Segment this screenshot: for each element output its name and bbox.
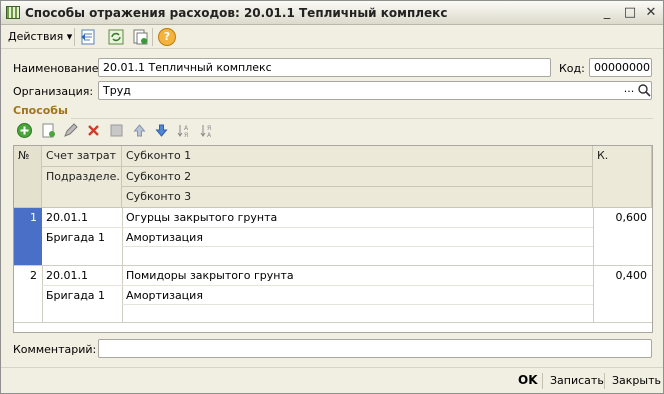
row-2-account[interactable]: 20.01.1 [42, 266, 122, 285]
row-1-subconto-1[interactable]: Огурцы закрытого грунта [122, 208, 593, 227]
add-row-icon[interactable] [16, 122, 33, 139]
sort-ascending-icon[interactable]: AЯ [176, 122, 193, 139]
ok-button[interactable]: OK [518, 373, 538, 387]
go-to-list-icon[interactable] [79, 28, 97, 46]
header-k[interactable]: К. [593, 146, 652, 208]
row-2-subconto-2[interactable]: Амортизация [122, 286, 593, 305]
toolbar-separator [74, 28, 75, 46]
row-1-subconto-2[interactable]: Амортизация [122, 228, 593, 247]
actions-menu[interactable]: Действия ▾ [8, 30, 72, 43]
toolbar-separator [152, 28, 153, 46]
end-edit-icon[interactable] [108, 122, 125, 139]
move-up-icon[interactable] [131, 122, 148, 139]
title-bar: Способы отражения расходов: 20.01.1 Тепл… [1, 1, 663, 25]
actions-label: Действия [8, 30, 64, 43]
header-subconto-3[interactable]: Субконто 3 [122, 187, 593, 208]
window-title: Способы отражения расходов: 20.01.1 Тепл… [25, 6, 448, 20]
header-subconto-1[interactable]: Субконто 1 [122, 146, 593, 167]
help-icon[interactable]: ? [158, 28, 176, 46]
methods-table: № Счет затрат Подразделе... Субконто 1 С… [13, 145, 653, 333]
row-1-division[interactable]: Бригада 1 [42, 228, 122, 247]
section-title: Способы [13, 104, 68, 117]
row-1-account[interactable]: 20.01.1 [42, 208, 122, 227]
edit-icon[interactable] [62, 122, 79, 139]
svg-text:A: A [184, 125, 189, 132]
svg-text:A: A [207, 132, 212, 139]
svg-text:Я: Я [184, 132, 188, 139]
code-label: Код: [559, 62, 585, 75]
code-field[interactable]: 000000007 [589, 58, 652, 77]
dialog-window: Способы отражения расходов: 20.01.1 Тепл… [0, 0, 664, 394]
select-button[interactable]: ... [622, 82, 636, 99]
grid-line [122, 246, 593, 247]
row-2-subconto-1[interactable]: Помидоры закрытого грунта [122, 266, 593, 285]
bottom-bar: OK Записать Закрыть [1, 367, 663, 394]
comment-label: Комментарий: [13, 343, 97, 356]
toolbar: Действия ▾ ? [1, 25, 663, 49]
organization-field[interactable]: Труд [98, 81, 652, 100]
grid-line [42, 227, 593, 228]
row-2-number[interactable]: 2 [14, 266, 41, 285]
row-1-k[interactable]: 0,600 [593, 208, 651, 227]
row-1-number[interactable]: 1 [14, 208, 41, 227]
save-button[interactable]: Записать [550, 374, 604, 387]
delete-icon[interactable] [85, 122, 102, 139]
comment-field[interactable] [98, 339, 652, 358]
header-subconto-2[interactable]: Субконто 2 [122, 167, 593, 187]
copy-document-icon[interactable] [131, 28, 149, 46]
maximize-button[interactable]: □ [622, 5, 638, 21]
header-number[interactable]: № [14, 146, 42, 208]
name-label: Наименование: [13, 62, 103, 75]
grid-line [42, 266, 43, 322]
copy-row-icon[interactable] [40, 122, 57, 139]
row-1-subconto-3[interactable] [122, 247, 593, 253]
row-2-subconto-3[interactable] [122, 305, 593, 311]
close-window-button[interactable]: ✕ [643, 5, 659, 21]
row-2-k[interactable]: 0,400 [593, 266, 651, 285]
button-separator [542, 373, 543, 389]
app-icon [6, 6, 20, 19]
section-divider [71, 118, 653, 119]
header-account[interactable]: Счет затрат [42, 146, 122, 167]
close-button[interactable]: Закрыть [612, 374, 661, 387]
refresh-icon[interactable] [107, 28, 125, 46]
minimize-button[interactable]: _ [599, 5, 615, 21]
button-separator [604, 373, 605, 389]
name-field[interactable]: 20.01.1 Тепличный комплекс [98, 58, 551, 77]
grid-line [14, 322, 652, 323]
sort-descending-icon[interactable]: ЯA [199, 122, 216, 139]
svg-text:Я: Я [207, 125, 211, 132]
grid-line [14, 265, 652, 266]
header-division[interactable]: Подразделе... [42, 167, 122, 208]
organization-value: Труд [103, 84, 131, 97]
move-down-icon[interactable] [153, 122, 170, 139]
row-2-division[interactable]: Бригада 1 [42, 286, 122, 305]
grid-line [122, 304, 593, 305]
organization-label: Организация: [13, 85, 94, 98]
search-icon[interactable] [637, 83, 651, 97]
grid-line [42, 285, 593, 286]
